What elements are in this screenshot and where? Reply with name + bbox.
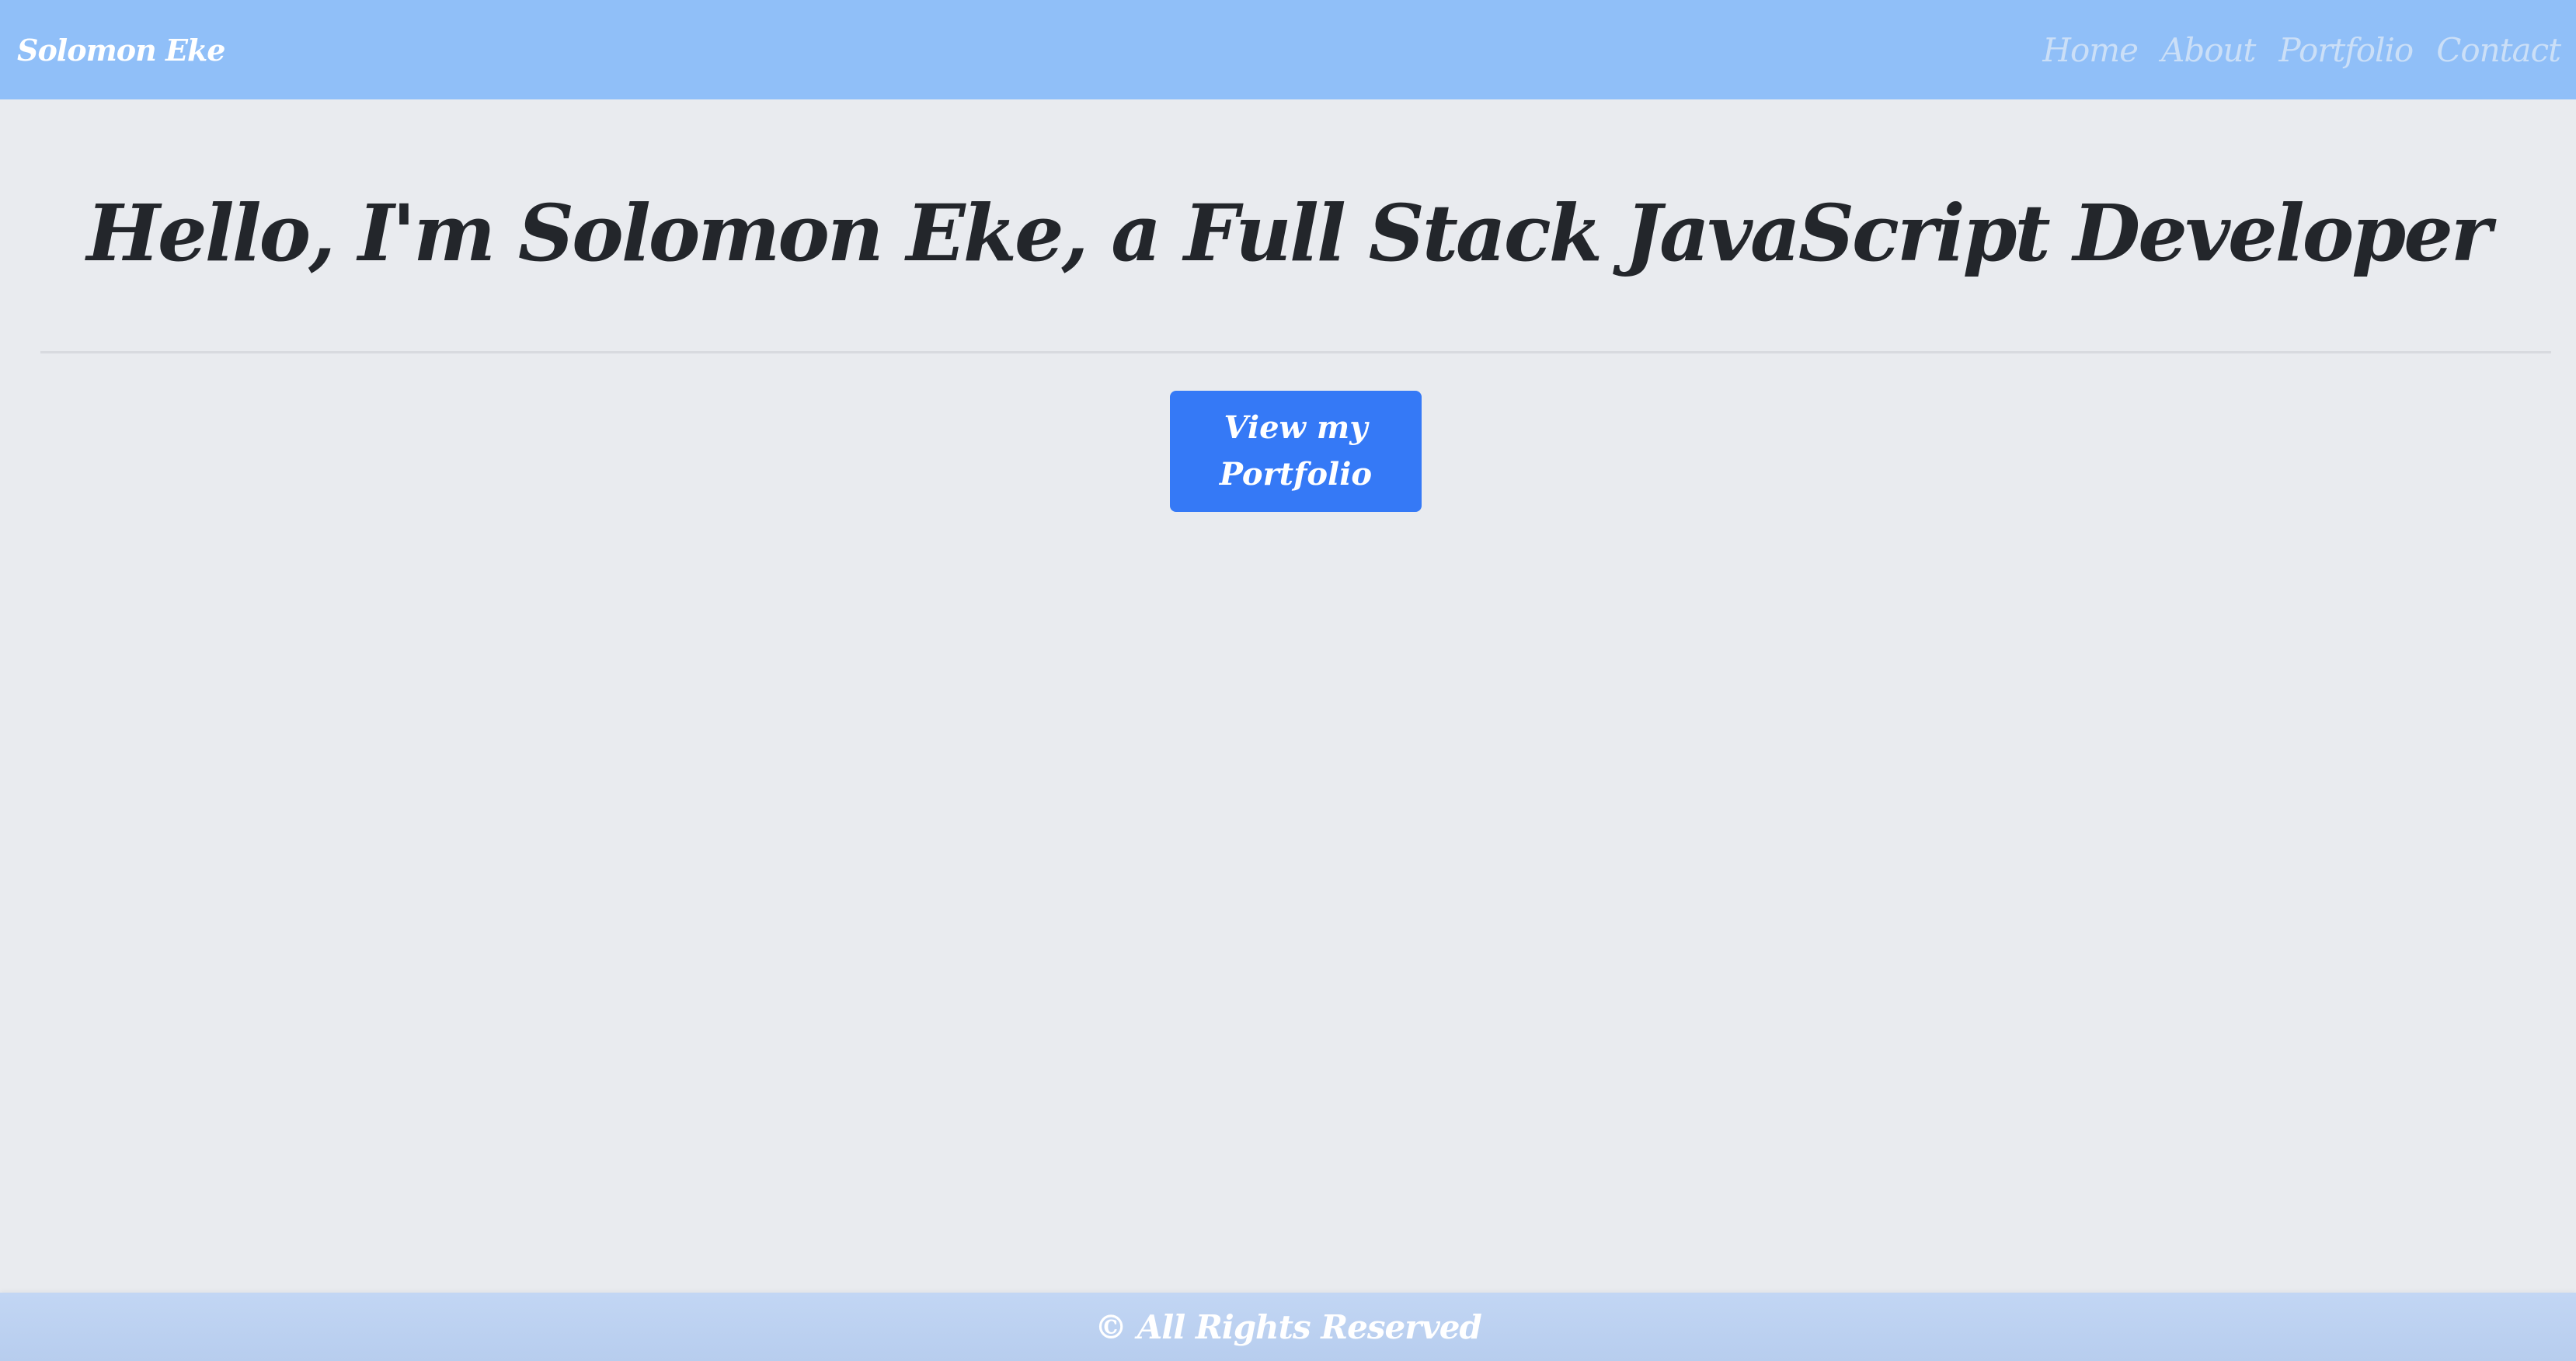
nav-link-about[interactable]: About — [2161, 31, 2256, 69]
brand-link[interactable]: Solomon Eke — [17, 33, 225, 68]
nav-link-home[interactable]: Home — [2042, 31, 2139, 69]
nav-links: Home About Portfolio Contact — [2042, 31, 2561, 69]
hero-headline: Hello, I'm Solomon Eke, a Full Stack Jav… — [86, 187, 2491, 279]
nav-link-portfolio[interactable]: Portfolio — [2278, 31, 2414, 69]
footer-copyright: © All Rights Reserved — [1095, 1307, 1482, 1346]
navbar: Solomon Eke Home About Portfolio Contact — [0, 0, 2576, 99]
nav-link-contact[interactable]: Contact — [2436, 31, 2561, 69]
hero-section — [0, 99, 2576, 612]
view-portfolio-button[interactable]: View my Portfolio — [1170, 391, 1422, 512]
footer: © All Rights Reserved — [0, 1293, 2576, 1361]
hero-divider — [40, 351, 2551, 353]
